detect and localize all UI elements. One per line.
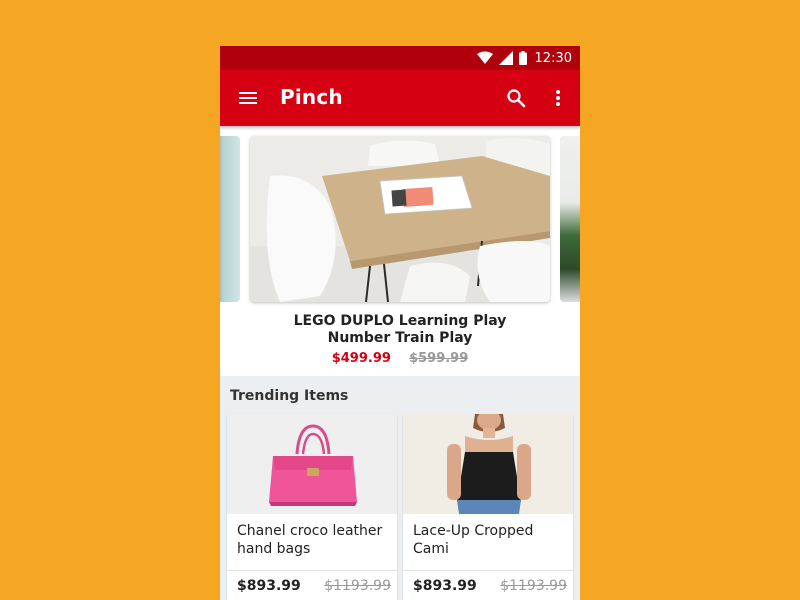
featured-price: $499.99: [331, 351, 391, 366]
carousel-previous-image[interactable]: [220, 136, 240, 302]
product-price: $893.99: [413, 578, 477, 594]
trending-section: Trending Items Chanel croco leather hand…: [220, 376, 580, 600]
product-card-cami[interactable]: Lace-Up Cropped Cami $893.99 $1193.99: [403, 414, 573, 600]
app-bar: Pinch: [220, 70, 580, 126]
featured-title-line1: LEGO DUPLO Learning Play: [293, 313, 507, 329]
app-title: Pinch: [280, 85, 343, 109]
search-icon: [507, 89, 526, 108]
product-price: $893.99: [237, 578, 301, 594]
status-bar: 12:30: [220, 46, 580, 70]
featured-title[interactable]: LEGO DUPLO Learning Play Number Train Pl…: [220, 313, 580, 347]
battery-icon: [518, 51, 527, 65]
product-name: Lace-Up Cropped Cami: [413, 523, 534, 557]
more-vert-icon: [556, 90, 560, 106]
featured-prices: $499.99 $599.99: [220, 351, 580, 366]
wifi-icon: [476, 51, 493, 64]
more-options-button[interactable]: [546, 86, 570, 110]
card-divider: [403, 570, 573, 571]
product-image-cami: [403, 414, 573, 514]
featured-carousel[interactable]: LEGO DUPLO Learning Play Number Train Pl…: [220, 126, 580, 376]
product-original-price: $1193.99: [500, 578, 567, 594]
cami-photo: [403, 414, 573, 514]
menu-icon: [239, 92, 257, 104]
product-image-handbag: [227, 414, 397, 514]
phone-screen: 12:30 Pinch LEGO DUPLO Learning Play Num…: [220, 46, 580, 600]
product-original-price: $1193.99: [324, 578, 391, 594]
search-button[interactable]: [504, 86, 528, 110]
product-name: Chanel croco leather hand bags: [237, 523, 383, 557]
carousel-next-image[interactable]: [560, 136, 580, 302]
featured-product-photo: [250, 136, 550, 302]
product-card-handbag[interactable]: Chanel croco leather hand bags $893.99 $…: [227, 414, 397, 600]
card-divider: [227, 570, 397, 571]
featured-image[interactable]: [250, 136, 550, 302]
signal-icon: [498, 51, 513, 65]
featured-title-line2: Number Train Play: [327, 330, 473, 346]
handbag-photo: [227, 414, 397, 514]
trending-title: Trending Items: [230, 388, 349, 404]
featured-original-price: $599.99: [409, 351, 469, 366]
status-time: 12:30: [534, 50, 572, 66]
menu-button[interactable]: [236, 86, 260, 110]
